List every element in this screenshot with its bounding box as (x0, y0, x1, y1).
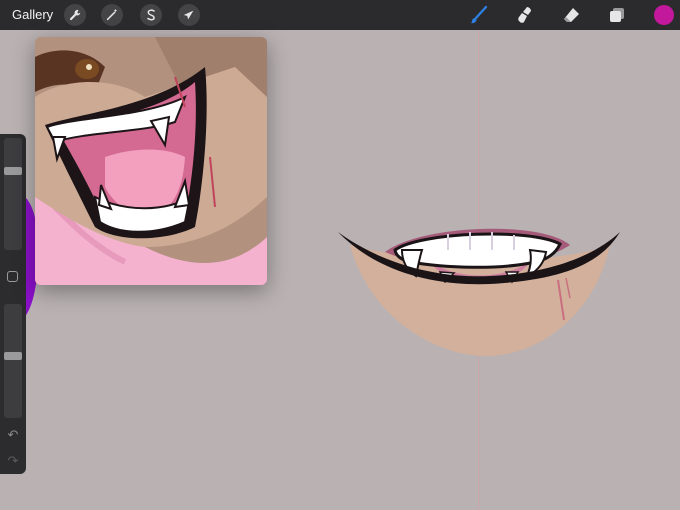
brush-size-thumb[interactable] (4, 167, 22, 175)
opacity-slider[interactable] (4, 304, 22, 418)
redo-icon[interactable]: ↷ (5, 454, 21, 468)
brush-size-slider[interactable] (4, 138, 22, 250)
canvas-mouth-drawing (338, 228, 620, 357)
reference-image-lion-mouth (35, 37, 267, 285)
layers-icon[interactable] (606, 4, 628, 26)
undo-icon[interactable]: ↶ (5, 428, 21, 442)
arrow-cursor-icon[interactable] (178, 4, 200, 26)
reference-window[interactable] (35, 37, 267, 285)
opacity-thumb[interactable] (4, 352, 22, 360)
smudge-icon[interactable] (514, 4, 536, 26)
top-toolbar: Gallery (0, 0, 680, 30)
wrench-icon[interactable] (64, 4, 86, 26)
brush-icon[interactable] (468, 4, 490, 26)
eraser-icon[interactable] (560, 4, 582, 26)
modify-button[interactable] (7, 271, 18, 282)
color-picker-swatch[interactable] (654, 5, 674, 25)
selection-s-icon[interactable] (140, 4, 162, 26)
left-sidebar: ↶ ↷ (0, 134, 26, 474)
gallery-button[interactable]: Gallery (12, 7, 53, 22)
magic-wand-icon[interactable] (101, 4, 123, 26)
